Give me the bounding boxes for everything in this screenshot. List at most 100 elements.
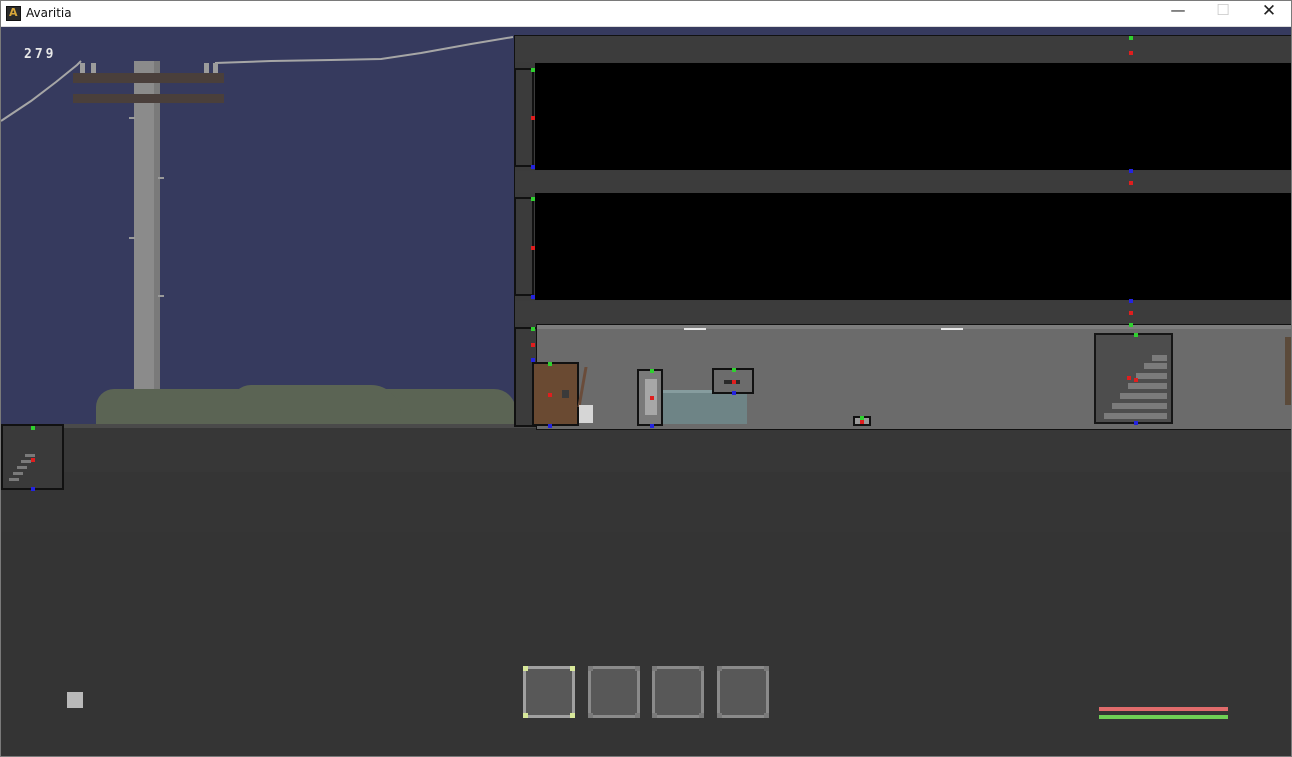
debug-marker-bottom: [531, 295, 535, 299]
floor-slab: [515, 301, 1291, 323]
close-button[interactable]: ✕: [1246, 1, 1291, 27]
bathtub: [661, 393, 747, 424]
debug-marker-bottom: [650, 424, 654, 428]
bookshelf-edge: [1285, 337, 1291, 405]
small-item-pickup[interactable]: [853, 416, 871, 426]
debug-marker-bottom: [1134, 421, 1138, 425]
wire-left: [1, 60, 82, 122]
bushes-tall: [231, 385, 401, 427]
npc-character[interactable]: [637, 369, 663, 428]
close-icon: ✕: [1261, 1, 1277, 21]
slot-corner: [764, 713, 769, 718]
minimize-button[interactable]: —: [1155, 1, 1201, 27]
pole-peg: [158, 295, 164, 297]
unexplored-floor-2: [535, 193, 1291, 300]
debug-marker-bottom: [1129, 299, 1133, 303]
debug-marker-top: [31, 426, 35, 430]
potted-plant: [579, 405, 593, 423]
pole-peg: [129, 117, 135, 119]
stair-step: [21, 460, 31, 463]
debug-marker-top: [531, 68, 535, 72]
avaritia-logo-icon: A: [6, 6, 21, 21]
wire-right: [214, 36, 514, 64]
hotbar-slot-1[interactable]: [523, 666, 575, 718]
stair-step: [13, 472, 23, 475]
minimize-icon: —: [1170, 1, 1186, 19]
slot-corner: [652, 666, 657, 671]
game-viewport[interactable]: 279: [1, 27, 1291, 756]
debug-marker-top: [531, 197, 535, 201]
slot-corner: [764, 666, 769, 671]
slot-corner: [635, 666, 640, 671]
health-bar: [1099, 707, 1228, 711]
slot-corner: [523, 666, 528, 671]
hotbar-slot-2[interactable]: [588, 666, 640, 718]
insulator: [91, 63, 96, 73]
debug-marker-top: [650, 369, 654, 373]
title-bar[interactable]: A Avaritia — ☐ ✕: [1, 1, 1291, 27]
slot-corner: [570, 713, 575, 718]
stair-step: [1120, 393, 1167, 399]
hotbar-slot-4[interactable]: [717, 666, 769, 718]
maximize-icon: ☐: [1216, 1, 1230, 19]
insulator: [213, 63, 218, 73]
pole-peg: [158, 177, 164, 179]
debug-marker-bottom: [548, 424, 552, 428]
stairs-down-left[interactable]: [1, 424, 64, 491]
debug-marker-top: [1129, 323, 1133, 327]
debug-marker-center: [1129, 181, 1133, 185]
pole-crossarm-upper: [73, 73, 224, 83]
hotbar-slot-3[interactable]: [652, 666, 704, 718]
pistol-pickup[interactable]: [712, 368, 754, 395]
slot-corner: [717, 713, 722, 718]
floor-slab: [515, 171, 1291, 193]
debug-marker-bottom: [1129, 169, 1133, 173]
ceiling-light: [941, 328, 963, 330]
debug-marker-top: [1134, 333, 1138, 337]
slot-corner: [523, 713, 528, 718]
debug-marker-top: [1129, 36, 1133, 40]
slot-corner: [588, 713, 593, 718]
debug-marker-bottom: [531, 165, 535, 169]
insulator: [204, 63, 209, 73]
cursor-indicator: [67, 692, 83, 708]
slot-corner: [699, 666, 704, 671]
maximize-button[interactable]: ☐: [1200, 1, 1246, 27]
slot-corner: [652, 713, 657, 718]
debug-marker-center: [1134, 378, 1138, 382]
stair-step: [1104, 413, 1167, 419]
utility-pole-shade: [154, 61, 160, 427]
debug-marker-center: [1127, 376, 1131, 380]
debug-marker-top: [548, 362, 552, 366]
stair-step: [25, 454, 35, 457]
stairs-up[interactable]: [1094, 333, 1173, 425]
stair-step: [1136, 373, 1167, 379]
debug-marker-center: [531, 246, 535, 250]
debug-marker-center: [548, 393, 552, 397]
hud-counter: 279: [24, 47, 57, 62]
debug-marker-top: [732, 368, 736, 372]
ground-band: [1, 472, 1291, 532]
stamina-bar: [1099, 715, 1228, 719]
app-icon-letter: A: [9, 6, 18, 19]
debug-marker-center: [1129, 51, 1133, 55]
ceiling-light: [684, 328, 706, 330]
wooden-door[interactable]: [532, 362, 579, 428]
building: [514, 35, 1291, 430]
debug-marker-center: [531, 116, 535, 120]
stair-step: [9, 478, 19, 481]
slot-corner: [717, 666, 722, 671]
slot-corner: [699, 713, 704, 718]
ground-band: [1, 532, 1291, 756]
slot-corner: [570, 666, 575, 671]
slot-corner: [635, 713, 640, 718]
debug-marker-center: [732, 380, 736, 384]
debug-marker-center: [531, 343, 535, 347]
unexplored-floor-3: [535, 63, 1291, 170]
debug-marker-top: [531, 327, 535, 331]
window-title: Avaritia: [26, 6, 72, 20]
stair-step: [1112, 403, 1167, 409]
debug-marker-bottom: [732, 391, 736, 395]
debug-marker-bottom: [31, 487, 35, 491]
health-bar-fill: [1099, 707, 1228, 711]
